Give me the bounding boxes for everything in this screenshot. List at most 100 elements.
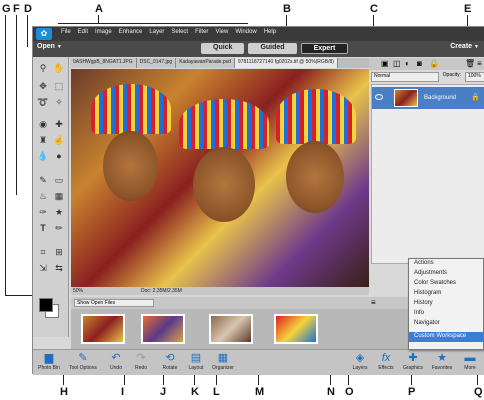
organizer-button[interactable]: ▦ Organizer: [209, 352, 237, 371]
move-tool-icon[interactable]: ✥: [36, 79, 50, 93]
photo-bin-menu-icon[interactable]: ≡: [371, 298, 376, 307]
mask-icon[interactable]: ◙: [417, 59, 422, 68]
lock-icon[interactable]: 🔒: [429, 59, 439, 68]
menu-item-histogram[interactable]: Histogram: [409, 289, 483, 299]
photo-bin-thumbnail[interactable]: [274, 314, 318, 344]
leader-g-h: [5, 295, 33, 296]
blur-tool-icon[interactable]: ☝: [52, 133, 66, 147]
eye-icon[interactable]: [375, 94, 383, 100]
redo-button[interactable]: ↷ Redo: [131, 352, 151, 371]
task-bar: ▆ Photo Bin ✎ Tool Options ↶ Undo ↷ Redo…: [33, 349, 484, 375]
open-button[interactable]: Open ▼: [37, 43, 62, 50]
show-open-files-select[interactable]: Show Open Files: [74, 299, 154, 307]
menu-items: File Edit Image Enhance Layer Select Fil…: [61, 29, 276, 35]
layers-icon: ◈: [355, 352, 365, 364]
magic-wand-tool-icon[interactable]: ✧: [52, 95, 66, 109]
sponge-tool-icon[interactable]: 💧: [36, 149, 50, 163]
callout-q: Q: [474, 386, 483, 398]
doc-tab-4[interactable]: 9781118727140 fg0202s.tif @ 50%(RGB/8): [234, 58, 338, 68]
tab-expert[interactable]: Expert: [300, 43, 349, 54]
crop-tool-icon[interactable]: ⌗: [36, 245, 50, 259]
recompose-tool-icon[interactable]: ⊞: [52, 245, 66, 259]
tab-guided[interactable]: Guided: [248, 43, 297, 54]
new-group-icon[interactable]: ◫: [393, 59, 401, 68]
paint-bucket-tool-icon[interactable]: ♨: [36, 189, 50, 203]
favorites-button[interactable]: ★ Favorites: [429, 352, 455, 371]
leader-f: [16, 15, 17, 195]
menu-view[interactable]: View: [215, 29, 228, 35]
layers-button[interactable]: ◈ Layers: [349, 352, 371, 371]
menu-image[interactable]: Image: [95, 29, 112, 35]
callout-j: J: [160, 386, 167, 398]
menu-layer[interactable]: Layer: [149, 29, 164, 35]
photo-bin-thumbnail[interactable]: [81, 314, 125, 344]
more-button[interactable]: ▬ More: [459, 352, 481, 371]
undo-button[interactable]: ↶ Undo: [106, 352, 126, 371]
chevron-down-icon: ▼: [474, 44, 479, 50]
menu-item-history[interactable]: History: [409, 299, 483, 309]
image-canvas[interactable]: [71, 69, 369, 287]
tab-quick[interactable]: Quick: [201, 43, 245, 54]
doc-tab-1[interactable]: 0ASHWgpB_8NGAT1.JPG: [70, 58, 137, 68]
menu-enhance[interactable]: Enhance: [119, 29, 143, 35]
eyedropper-tool-icon[interactable]: ✑: [36, 205, 50, 219]
callout-k: K: [191, 386, 199, 398]
photo-bin-thumbnail[interactable]: [209, 314, 253, 344]
effects-button[interactable]: fx Effects: [375, 352, 397, 371]
photo-bin-button[interactable]: ▆ Photo Bin: [35, 352, 63, 371]
callout-b: B: [283, 3, 291, 15]
layout-button[interactable]: ▤ Layout: [185, 352, 207, 371]
straighten-tool-icon[interactable]: ⇲: [36, 261, 50, 275]
clone-stamp-tool-icon[interactable]: ♜: [36, 133, 50, 147]
opacity-label: Opacity:: [442, 72, 461, 78]
tool-options-button[interactable]: ✎ Tool Options: [65, 352, 101, 371]
menu-item-color-swatches[interactable]: Color Swatches: [409, 279, 483, 289]
menu-select[interactable]: Select: [171, 29, 188, 35]
menu-file[interactable]: File: [61, 29, 71, 35]
rotate-button[interactable]: ⟲ Rotate: [157, 352, 183, 371]
graphics-button[interactable]: ✚ Graphics: [401, 352, 425, 371]
callout-o: O: [345, 386, 354, 398]
type-tool-icon[interactable]: T: [36, 221, 50, 235]
foreground-color-swatch[interactable]: [39, 298, 53, 312]
menu-item-adjustments[interactable]: Adjustments: [409, 269, 483, 279]
opacity-field[interactable]: 100%: [465, 72, 484, 82]
healing-tool-icon[interactable]: ✚: [52, 117, 66, 131]
rotate-icon: ⟲: [165, 352, 175, 364]
menu-filter[interactable]: Filter: [195, 29, 208, 35]
marquee-tool-icon[interactable]: ⬚: [52, 79, 66, 93]
menu-window[interactable]: Window: [235, 29, 256, 35]
layout-icon: ▤: [190, 352, 202, 364]
create-button[interactable]: Create ▼: [450, 43, 479, 50]
smudge-tool-icon[interactable]: ●: [52, 149, 66, 163]
hand-tool-icon[interactable]: ✋: [52, 61, 66, 75]
blend-mode-select[interactable]: Normal: [371, 72, 439, 82]
new-layer-icon[interactable]: ▣: [381, 59, 389, 68]
menu-item-custom-workspace[interactable]: Custom Workspace: [409, 332, 483, 342]
elements-logo-icon[interactable]: ✿: [36, 28, 52, 40]
doc-tab-2[interactable]: DSC_0147.jpg: [136, 58, 177, 68]
menu-item-info[interactable]: Info: [409, 309, 483, 319]
menu-item-navigator[interactable]: Navigator: [409, 319, 483, 329]
adjustment-layer-icon[interactable]: ◐: [405, 59, 410, 68]
pencil-tool-icon[interactable]: ✏: [52, 221, 66, 235]
panel-menu-icon[interactable]: ≡: [477, 59, 482, 68]
mode-tabs: Quick Guided Expert: [201, 43, 349, 54]
doc-tab-3[interactable]: KadayawanParade.psd: [176, 58, 235, 68]
gradient-tool-icon[interactable]: ▦: [52, 189, 66, 203]
trash-icon[interactable]: 🗑: [465, 59, 475, 68]
lasso-tool-icon[interactable]: ➰: [36, 95, 50, 109]
menu-item-actions[interactable]: Actions: [409, 259, 483, 269]
tool-options-icon: ✎: [78, 352, 88, 364]
eraser-tool-icon[interactable]: ▭: [52, 173, 66, 187]
layer-row-background[interactable]: Background 🔒: [372, 87, 484, 109]
custom-shape-tool-icon[interactable]: ★: [52, 205, 66, 219]
red-eye-tool-icon[interactable]: ◉: [36, 117, 50, 131]
menu-edit[interactable]: Edit: [78, 29, 88, 35]
zoom-tool-icon[interactable]: ⚲: [36, 61, 50, 75]
menu-help[interactable]: Help: [264, 29, 276, 35]
photo-bin-thumbnail[interactable]: [141, 314, 185, 344]
brush-tool-icon[interactable]: ✎: [36, 173, 50, 187]
callout-g: G: [2, 3, 11, 15]
content-aware-move-tool-icon[interactable]: ⇆: [52, 261, 66, 275]
